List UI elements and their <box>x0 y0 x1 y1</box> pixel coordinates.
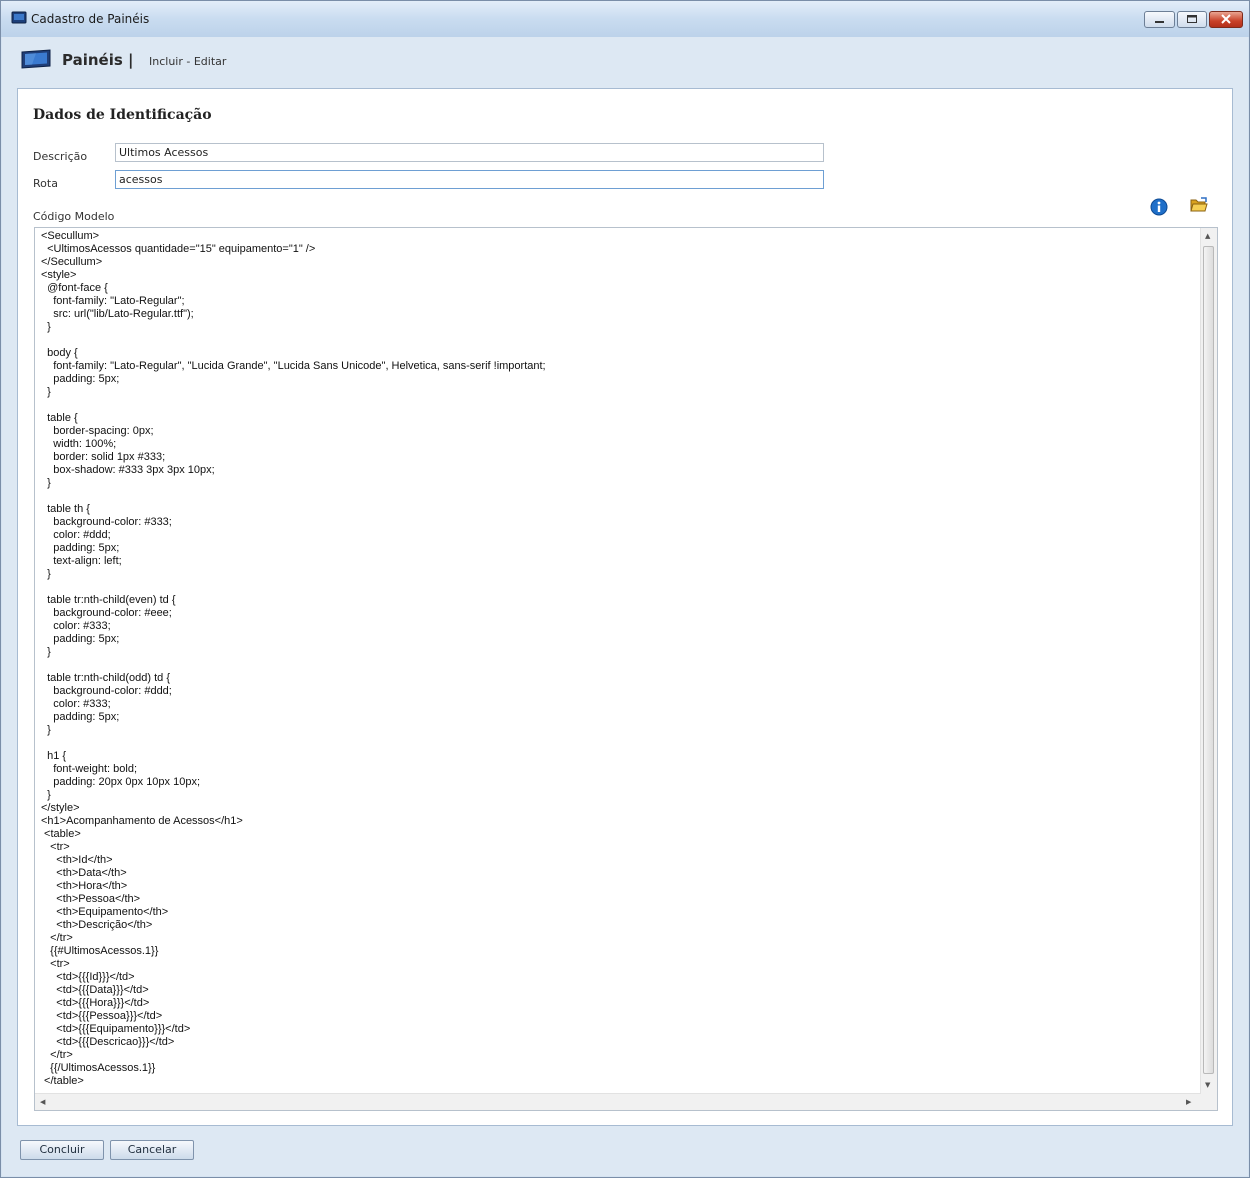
close-icon <box>1210 12 1242 27</box>
code-editor[interactable]: <Secullum> <UltimosAcessos quantidade="1… <box>34 227 1218 1111</box>
section-title: Dados de Identificação <box>33 107 212 123</box>
info-icon[interactable] <box>1150 198 1168 216</box>
minimize-icon <box>1145 12 1174 27</box>
scroll-up-icon[interactable]: ▲ <box>1205 232 1210 240</box>
scroll-down-icon[interactable]: ▼ <box>1205 1081 1210 1089</box>
scroll-thumb[interactable] <box>1203 246 1214 1074</box>
close-button[interactable] <box>1209 11 1243 28</box>
vertical-scrollbar[interactable]: ▲ ▼ <box>1200 228 1217 1094</box>
page-subtitle: Incluir - Editar <box>149 55 227 68</box>
scrollbar-corner <box>1201 1094 1217 1110</box>
cancelar-button[interactable]: Cancelar <box>110 1140 194 1160</box>
title-bar[interactable]: Cadastro de Painéis <box>1 1 1249 37</box>
rota-label: Rota <box>33 177 58 190</box>
codigo-modelo-label: Código Modelo <box>33 210 115 223</box>
app-monitor-icon <box>11 11 27 24</box>
maximize-icon <box>1178 12 1206 27</box>
page-title: Painéis | <box>62 51 134 69</box>
scroll-left-icon[interactable]: ◀ <box>40 1098 45 1106</box>
minimize-button[interactable] <box>1144 11 1175 28</box>
open-folder-icon[interactable] <box>1190 197 1208 213</box>
window: Cadastro de Painéis Painéis | Incluir - … <box>0 0 1250 1178</box>
code-text[interactable]: <Secullum> <UltimosAcessos quantidade="1… <box>41 230 546 1088</box>
window-title: Cadastro de Painéis <box>31 12 150 26</box>
concluir-button[interactable]: Concluir <box>20 1140 104 1160</box>
horizontal-scrollbar[interactable]: ◀ ▶ <box>35 1093 1201 1110</box>
identification-panel: Dados de Identificação Descrição Ultimos… <box>17 88 1233 1126</box>
descricao-input[interactable]: Ultimos Acessos <box>115 143 824 162</box>
maximize-button[interactable] <box>1177 11 1207 28</box>
scroll-right-icon[interactable]: ▶ <box>1186 1098 1191 1106</box>
monitor-icon <box>21 49 51 69</box>
rota-input[interactable]: acessos <box>115 170 824 189</box>
descricao-label: Descrição <box>33 150 88 163</box>
